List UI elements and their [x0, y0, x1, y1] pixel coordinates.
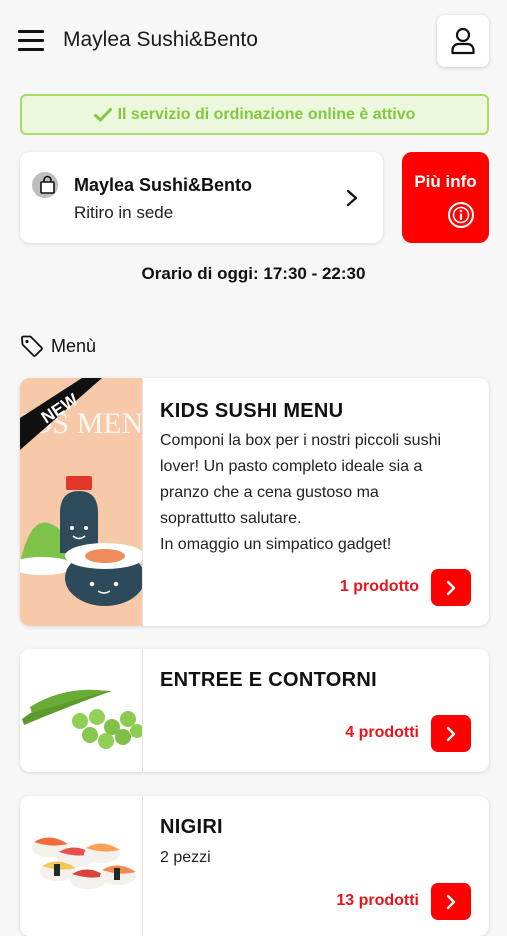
- open-category-button[interactable]: [431, 883, 471, 920]
- user-icon: [451, 27, 475, 55]
- online-status-banner: Il servizio di ordinazione online è atti…: [20, 94, 489, 135]
- app-title: Maylea Sushi&Bento: [63, 28, 258, 51]
- category-title: KIDS SUSHI MENU: [160, 400, 344, 422]
- chevron-right-icon: [446, 726, 456, 741]
- menu-heading-label: Menù: [51, 335, 97, 356]
- banner-text: Il servizio di ordinazione online è atti…: [117, 105, 416, 123]
- category-title: NIGIRI: [160, 816, 223, 838]
- store-selector-card[interactable]: Maylea Sushi&Bento Ritiro in sede: [20, 152, 383, 243]
- more-info-button[interactable]: Più info: [402, 152, 489, 243]
- kids-menu-illustration: KIDS MENU NEW: [20, 378, 142, 626]
- product-count: 1 prodotto: [339, 578, 419, 595]
- tag-icon: [21, 335, 43, 357]
- shopping-bag-icon: [32, 172, 58, 198]
- hamburger-line: [18, 39, 44, 42]
- hamburger-line: [18, 30, 44, 33]
- nigiri-illustration: [32, 837, 136, 889]
- chevron-right-icon: [446, 894, 456, 909]
- menu-heading: Menù: [20, 335, 96, 357]
- product-count: 4 prodotti: [345, 724, 419, 741]
- hamburger-icon[interactable]: [18, 30, 44, 52]
- category-image-kids-menu: KIDS MENU NEW: [20, 378, 143, 626]
- account-button[interactable]: [437, 15, 489, 67]
- check-icon: [93, 107, 112, 122]
- category-card-nigiri[interactable]: NIGIRI 2 pezzi 13 prodotti: [20, 796, 489, 936]
- edamame-illustration: [22, 689, 142, 749]
- category-card-kids-sushi-menu[interactable]: KIDS MENU NEW KIDS SUSHI MENU Componi la…: [20, 378, 489, 626]
- category-card-entree-e-contorni[interactable]: ENTREE E CONTORNI 4 prodotti: [20, 649, 489, 772]
- open-category-button[interactable]: [431, 569, 471, 606]
- info-icon: [448, 202, 474, 228]
- hamburger-line: [18, 48, 44, 51]
- category-description: Componi la box per i nostri piccoli sush…: [160, 432, 442, 553]
- more-info-label: Più info: [414, 172, 477, 191]
- category-image-nigiri: [20, 796, 143, 936]
- category-description: 2 pezzi: [160, 849, 211, 866]
- product-count: 13 prodotti: [336, 892, 419, 909]
- chevron-right-icon: [346, 189, 358, 207]
- opening-hours: Orario di oggi: 17:30 - 22:30: [141, 264, 366, 283]
- category-title: ENTREE E CONTORNI: [160, 669, 377, 691]
- category-image-edamame: [20, 649, 143, 772]
- open-category-button[interactable]: [431, 715, 471, 752]
- store-name: Maylea Sushi&Bento: [74, 175, 253, 195]
- pickup-mode: Ritiro in sede: [74, 203, 174, 222]
- chevron-right-icon: [446, 580, 456, 595]
